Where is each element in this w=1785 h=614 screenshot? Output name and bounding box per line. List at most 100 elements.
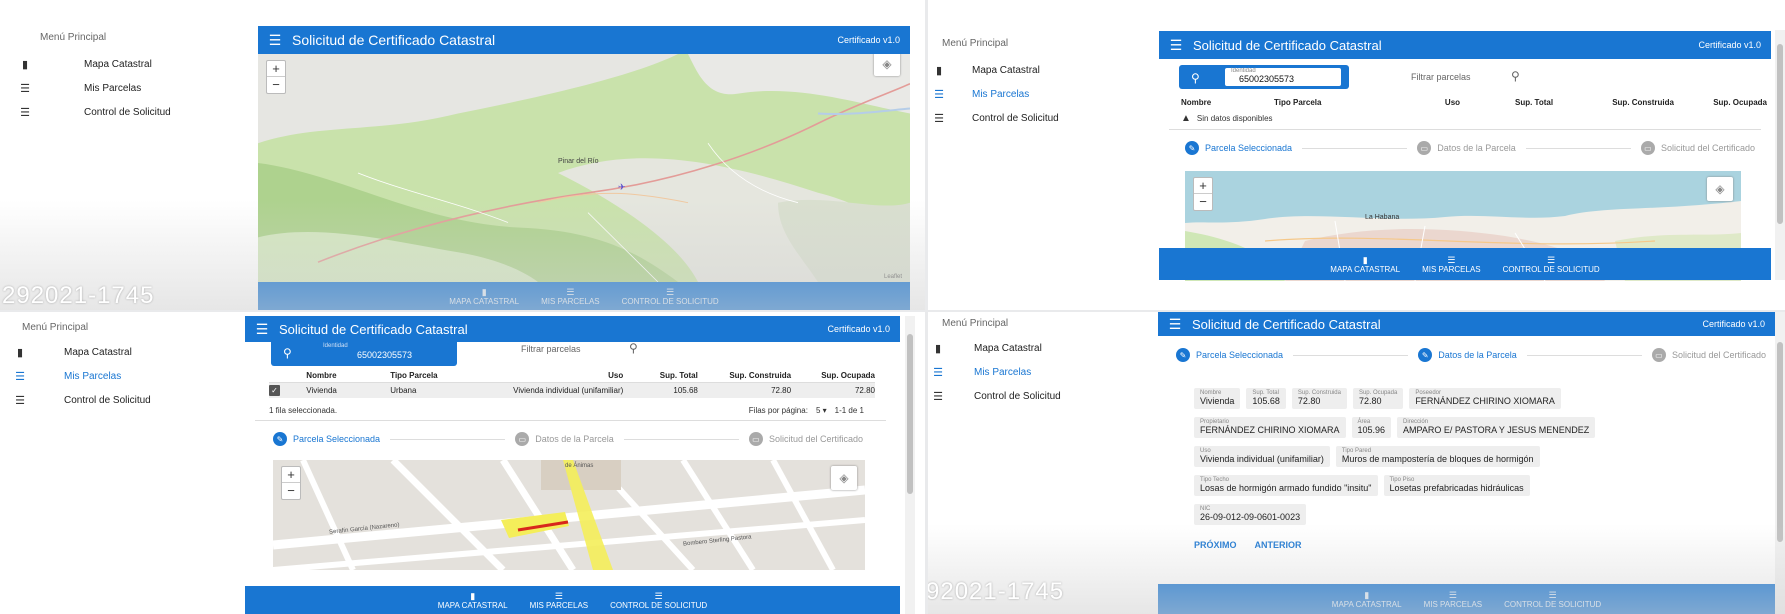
layers-icon[interactable]: ◈ [831,466,857,490]
street-map[interactable]: + − ◈ Serafín García (Nazareno) Bombero … [273,460,865,570]
list-icon: ☰ [666,286,675,297]
layers-icon[interactable]: ◈ [1707,177,1733,201]
identity-field[interactable]: Identidad 65002305573 [1225,68,1341,86]
catastral-map[interactable]: + − ◈ Pinar del Río ✈ Leaflet [258,54,910,282]
zoom-out-button[interactable]: − [1194,194,1212,210]
scrollbar-thumb[interactable] [907,334,913,494]
sidebar-item-control-solicitud[interactable]: ☰ Control de Solicitud [928,384,1158,408]
nav-mapa-catastral[interactable]: ▮ MAPA CATASTRAL [1330,248,1400,280]
menu-icon[interactable]: ☰ [1159,37,1193,54]
sidebar-item-mapa-catastral[interactable]: ▮ Mapa Catastral [928,336,1158,360]
sidebar-item-label: Mapa Catastral [972,64,1040,76]
detail-field: Tipo Piso Losetas prefabricadas hidráulic… [1383,475,1530,496]
scrollbar[interactable] [905,316,915,614]
step-parcela-seleccionada[interactable]: ✎ Parcela Seleccionada [273,432,380,446]
sidebar-item-mis-parcelas[interactable]: ☰ Mis Parcelas [928,82,1158,106]
next-button[interactable]: PRÓXIMO [1194,540,1237,550]
column-header[interactable]: Sup. Ocupada [791,371,875,380]
search-icon[interactable]: ⚲ [283,346,292,360]
list-icon: ☰ [933,390,943,403]
layers-icon[interactable]: ◈ [874,54,900,76]
search-icon[interactable]: ⚲ [1511,69,1520,83]
nav-control-solicitud[interactable]: ☰ CONTROL DE SOLICITUD [1504,584,1601,614]
scrollbar-thumb[interactable] [1777,342,1783,542]
bottom-navigation: ▮ MAPA CATASTRAL ☰ MIS PARCELAS ☰ CONTROL D… [1159,248,1771,280]
scrollbar[interactable] [1775,30,1785,280]
column-header[interactable]: Sup. Total [623,371,698,380]
column-header[interactable]: Nombre [306,371,390,380]
filter-input[interactable]: Filtrar parcelas [1411,72,1471,82]
zoom-out-button[interactable]: − [267,77,285,93]
sidebar-item-mis-parcelas[interactable]: ☰ Mis Parcelas [0,364,245,388]
nav-control-solicitud[interactable]: ☰ CONTROL DE SOLICITUD [610,586,707,614]
column-header[interactable]: Sup. Ocupada [1674,98,1767,107]
screen-mis-parcelas-selected: Menú Principal ▮ Mapa Catastral ☰ Mis Parc… [0,312,925,614]
rows-per-page-select[interactable]: 5 ▾ [816,406,827,415]
column-header[interactable]: Tipo Parcela [1274,98,1367,107]
filter-input[interactable]: Filtrar parcelas [521,344,581,354]
scrollbar[interactable] [1775,312,1785,614]
column-header[interactable]: Sup. Construida [1553,98,1674,107]
sidebar-item-mis-parcelas[interactable]: ☰ Mis Parcelas [0,76,260,100]
step-icon: ▭ [515,432,530,446]
nav-mapa-catastral[interactable]: ▮ MAPA CATASTRAL [438,586,508,614]
search-icon[interactable]: ⚲ [1191,71,1200,85]
step-datos-parcela[interactable]: ▭ Datos de la Parcela [515,432,614,446]
menu-icon[interactable]: ☰ [258,32,292,49]
column-header[interactable]: Nombre [1181,98,1274,107]
sidebar-item-label: Mis Parcelas [974,366,1032,378]
step-datos-parcela[interactable]: ▭ Datos de la Parcela [1417,141,1516,155]
menu-icon[interactable]: ☰ [245,321,279,338]
field-value: Losas de hormigón armado fundido "insitu… [1200,483,1372,493]
step-parcela-seleccionada[interactable]: ✎ Parcela Seleccionada [1185,141,1292,155]
menu-icon[interactable]: ☰ [1158,316,1192,333]
nav-mapa-catastral[interactable]: ▮ MAPA CATASTRAL [1332,584,1402,614]
nav-control-solicitud[interactable]: ☰ CONTROL DE SOLICITUD [622,282,719,310]
step-solicitud-certificado[interactable]: ▭ Solicitud del Certificado [748,432,863,446]
table-row[interactable]: ✓ Vivienda Urbana Vivienda individual (u… [269,382,875,398]
sidebar-item-label: Control de Solicitud [84,106,171,118]
bottom-navigation: ▮ MAPA CATASTRAL ☰ MIS PARCELAS ☰ CONTROL D… [1158,584,1775,614]
column-header[interactable]: Sup. Total [1460,98,1553,107]
column-header[interactable]: Uso [474,371,623,380]
nav-control-solicitud[interactable]: ☰ CONTROL DE SOLICITUD [1503,248,1600,280]
column-header[interactable]: Sup. Construida [698,371,791,380]
detail-row: Uso Vivienda individual (unifamiliar) Tipo… [1194,446,1754,475]
row-checkbox[interactable]: ✓ [269,385,306,396]
nav-mis-parcelas[interactable]: ☰ MIS PARCELAS [1424,584,1483,614]
zoom-out-button[interactable]: − [282,483,300,499]
step-solicitud-certificado[interactable]: ▭ Solicitud del Certificado [1640,141,1755,155]
step-solicitud-certificado[interactable]: ▭ Solicitud del Certificado [1651,348,1766,362]
list-icon: ☰ [15,394,25,407]
edit-icon: ✎ [1185,141,1199,155]
back-button[interactable]: ANTERIOR [1255,540,1302,550]
sidebar-item-mis-parcelas[interactable]: ☰ Mis Parcelas [928,360,1158,384]
zoom-in-button[interactable]: + [267,61,285,77]
zoom-in-button[interactable]: + [1194,178,1212,194]
nav-mis-parcelas[interactable]: ☰ MIS PARCELAS [530,586,589,614]
identity-field[interactable]: Identidad 65002305573 [317,343,449,361]
nav-mapa-catastral[interactable]: ▮ MAPA CATASTRAL [449,282,519,310]
sidebar-item-mapa-catastral[interactable]: ▮ Mapa Catastral [0,52,260,76]
sidebar-item-mapa-catastral[interactable]: ▮ Mapa Catastral [928,58,1158,82]
sidebar-item-control-solicitud[interactable]: ☰ Control de Solicitud [928,106,1158,130]
sidebar-item-control-solicitud[interactable]: ☰ Control de Solicitud [0,388,245,412]
zoom-in-button[interactable]: + [282,467,300,483]
scrollbar-thumb[interactable] [1777,44,1783,224]
map-attribution[interactable]: Leaflet [884,274,902,280]
step-datos-parcela[interactable]: ✎ Datos de la Parcela [1418,348,1517,362]
step-parcela-seleccionada[interactable]: ✎ Parcela Seleccionada [1176,348,1283,362]
detail-field: Uso Vivienda individual (unifamiliar) [1194,446,1330,467]
nav-label: MIS PARCELAS [1423,599,1483,609]
field-value: Vivienda [1200,396,1235,406]
sidebar-item-control-solicitud[interactable]: ☰ Control de Solicitud [0,100,260,124]
app-bar: ☰ Solicitud de Certificado Catastral Cer… [1159,31,1771,59]
column-header[interactable]: Tipo Parcela [390,371,474,380]
column-header[interactable]: Uso [1367,98,1460,107]
sidebar-item-mapa-catastral[interactable]: ▮ Mapa Catastral [0,340,245,364]
nav-label: MIS PARCELAS [541,296,600,306]
detail-field: Tipo Pared Muros de mampostería de bloque… [1335,446,1540,467]
nav-mis-parcelas[interactable]: ☰ MIS PARCELAS [1422,248,1481,280]
search-icon[interactable]: ⚲ [629,341,638,355]
nav-mis-parcelas[interactable]: ☰ MIS PARCELAS [541,282,600,310]
